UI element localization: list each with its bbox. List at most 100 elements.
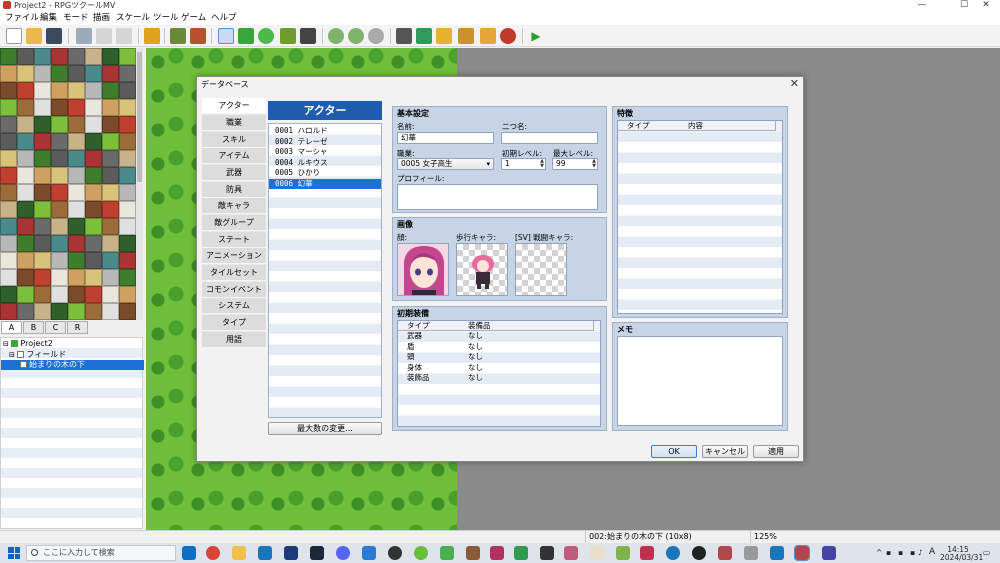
- actor-list-item[interactable]: 0001 ハロルド: [269, 126, 381, 137]
- network-icon[interactable]: ▪: [910, 549, 915, 557]
- tree-item-field[interactable]: ⊟ フィールド: [1, 350, 144, 360]
- tile-swatch[interactable]: [119, 184, 136, 201]
- equip-value[interactable]: なし: [468, 363, 483, 374]
- tile-swatch[interactable]: [119, 286, 136, 303]
- ok-button[interactable]: OK: [651, 445, 697, 458]
- tile-swatch[interactable]: [34, 201, 51, 218]
- tile-swatch[interactable]: [85, 167, 102, 184]
- app-icon[interactable]: [822, 546, 836, 560]
- tile-swatch[interactable]: [102, 99, 119, 116]
- tile-swatch[interactable]: [102, 167, 119, 184]
- app-icon[interactable]: [564, 546, 578, 560]
- menu-edit[interactable]: 編集: [40, 11, 57, 25]
- equip-slot-weapon[interactable]: 武器: [407, 331, 422, 342]
- tile-swatch[interactable]: [0, 167, 17, 184]
- tile-swatch[interactable]: [17, 133, 34, 150]
- app-icon[interactable]: [692, 546, 706, 560]
- tile-swatch[interactable]: [119, 269, 136, 286]
- save-icon[interactable]: [46, 28, 62, 44]
- tile-swatch[interactable]: [34, 116, 51, 133]
- ellipse-icon[interactable]: [258, 28, 274, 44]
- tile-swatch[interactable]: [102, 116, 119, 133]
- tile-swatch[interactable]: [68, 252, 85, 269]
- tile-swatch[interactable]: [17, 201, 34, 218]
- category-weapon[interactable]: 武器: [202, 165, 266, 181]
- tile-swatch[interactable]: [85, 82, 102, 99]
- map-mode-icon[interactable]: [170, 28, 186, 44]
- tile-swatch[interactable]: [17, 116, 34, 133]
- category-skill[interactable]: スキル: [202, 132, 266, 148]
- app-icon[interactable]: [258, 546, 272, 560]
- tile-swatch[interactable]: [85, 150, 102, 167]
- tile-swatch[interactable]: [17, 303, 34, 320]
- tile-swatch[interactable]: [51, 269, 68, 286]
- tile-swatch[interactable]: [85, 235, 102, 252]
- name-field[interactable]: 幻華: [397, 132, 494, 144]
- volume-icon[interactable]: ♪: [918, 549, 923, 557]
- open-icon[interactable]: [26, 28, 42, 44]
- tile-swatch[interactable]: [34, 218, 51, 235]
- taskbar-clock[interactable]: 14:15 2024/03/31: [940, 546, 983, 562]
- actor-list-item[interactable]: 0004 ルキウス: [269, 158, 381, 169]
- tile-swatch[interactable]: [85, 269, 102, 286]
- equip-slot-shield[interactable]: 盾: [407, 342, 415, 353]
- rectangle-icon[interactable]: [238, 28, 254, 44]
- tile-swatch[interactable]: [34, 99, 51, 116]
- tree-item-selected-map[interactable]: 始まりの木の下: [1, 360, 144, 370]
- minimize-button[interactable]: —: [908, 0, 936, 11]
- category-enemy[interactable]: 敵キャラ: [202, 198, 266, 214]
- tile-swatch[interactable]: [51, 235, 68, 252]
- character-generator-icon[interactable]: [500, 28, 516, 44]
- tile-swatch[interactable]: [85, 48, 102, 65]
- tile-swatch[interactable]: [0, 235, 17, 252]
- menu-draw[interactable]: 描画: [93, 11, 110, 25]
- tileset-palette[interactable]: [0, 48, 143, 320]
- sv-battler-image[interactable]: [515, 243, 567, 296]
- tile-swatch[interactable]: [119, 218, 136, 235]
- tile-swatch[interactable]: [0, 303, 17, 320]
- category-animation[interactable]: アニメーション: [202, 248, 266, 264]
- tile-swatch[interactable]: [51, 167, 68, 184]
- menu-game[interactable]: ゲーム: [181, 11, 206, 25]
- menu-help[interactable]: ヘルプ: [211, 11, 237, 25]
- tile-swatch[interactable]: [0, 133, 17, 150]
- app-icon[interactable]: [616, 546, 630, 560]
- new-icon[interactable]: [6, 28, 22, 44]
- initial-level-spinner[interactable]: 1 ▲ ▼: [501, 158, 546, 170]
- tile-swatch[interactable]: [17, 218, 34, 235]
- tile-swatch[interactable]: [51, 286, 68, 303]
- tile-grid[interactable]: [0, 48, 136, 320]
- app-icon[interactable]: [466, 546, 480, 560]
- app-icon[interactable]: [718, 546, 732, 560]
- tile-swatch[interactable]: [85, 303, 102, 320]
- tile-swatch[interactable]: [119, 303, 136, 320]
- equip-slot-body[interactable]: 身体: [407, 363, 422, 374]
- copy-icon[interactable]: [96, 28, 112, 44]
- tray-icon[interactable]: ▪: [886, 549, 891, 557]
- tile-swatch[interactable]: [51, 82, 68, 99]
- tile-swatch[interactable]: [102, 252, 119, 269]
- actor-list-item[interactable]: 0002 テレーゼ: [269, 137, 381, 148]
- rpgmaker-taskbar-icon[interactable]: [794, 545, 810, 561]
- menu-tools[interactable]: ツール: [153, 11, 179, 25]
- tile-swatch[interactable]: [17, 65, 34, 82]
- tile-swatch[interactable]: [0, 99, 17, 116]
- equip-value[interactable]: なし: [468, 373, 483, 384]
- discord-icon[interactable]: [336, 546, 350, 560]
- actor-list-item[interactable]: 0005 ひかり: [269, 168, 381, 179]
- app-icon[interactable]: [640, 546, 654, 560]
- tile-swatch[interactable]: [102, 150, 119, 167]
- tile-swatch[interactable]: [51, 99, 68, 116]
- tile-swatch[interactable]: [119, 82, 136, 99]
- face-image[interactable]: [397, 243, 449, 296]
- tile-swatch[interactable]: [51, 303, 68, 320]
- nickname-field[interactable]: [501, 132, 598, 144]
- tile-swatch[interactable]: [17, 252, 34, 269]
- tab-a[interactable]: A: [1, 321, 22, 334]
- tile-swatch[interactable]: [119, 48, 136, 65]
- equip-value[interactable]: なし: [468, 342, 483, 353]
- spinner-arrows-icon[interactable]: ▲ ▼: [592, 159, 596, 169]
- tile-swatch[interactable]: [17, 150, 34, 167]
- tile-swatch[interactable]: [51, 184, 68, 201]
- tile-swatch[interactable]: [102, 48, 119, 65]
